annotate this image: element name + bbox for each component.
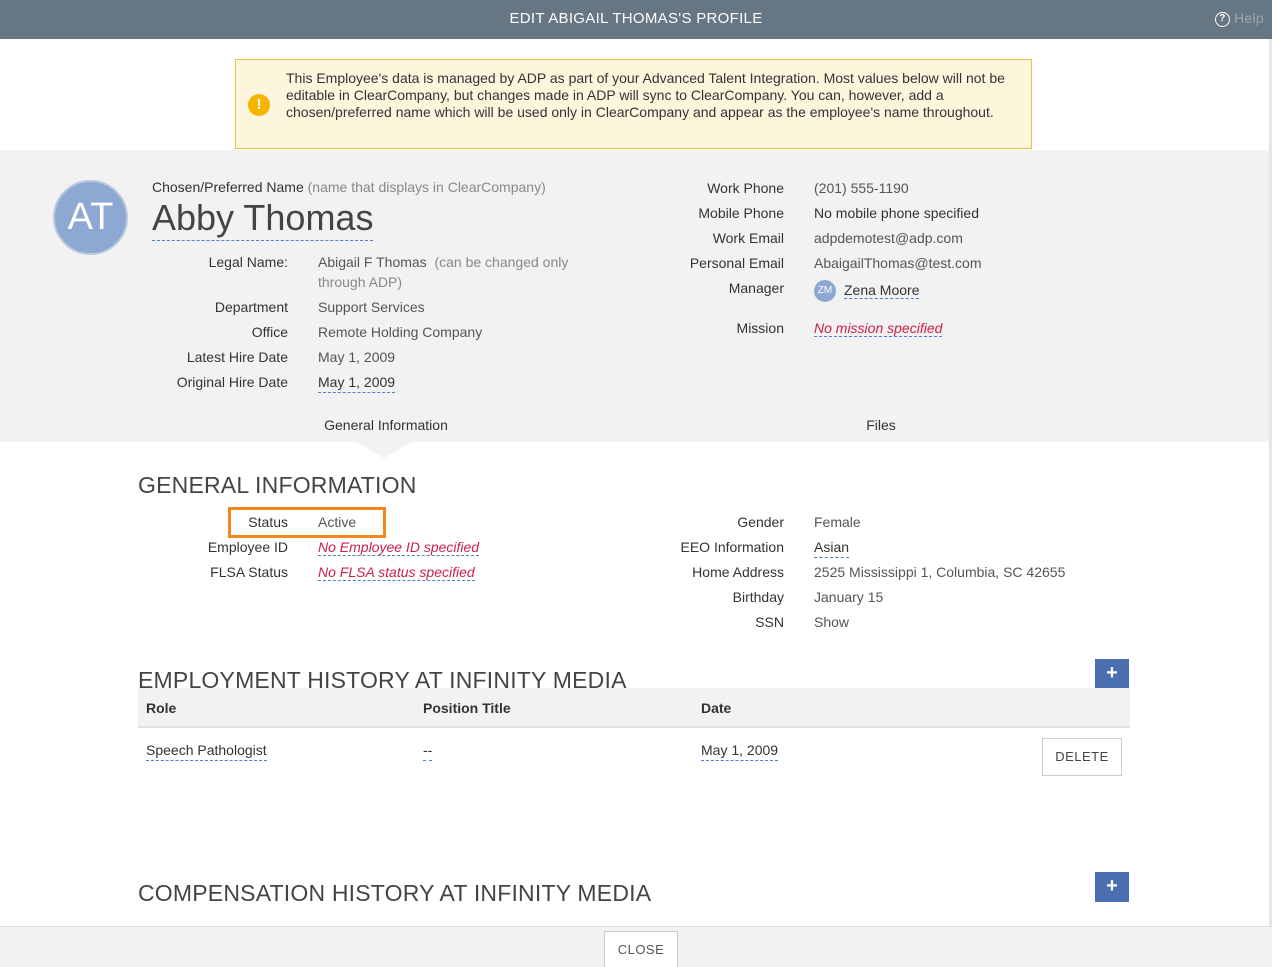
flsa-status-value[interactable]: No FLSA status specified: [318, 562, 475, 582]
question-circle-icon: ?: [1215, 11, 1230, 27]
adp-notice: ! This Employee's data is managed by ADP…: [235, 59, 1032, 149]
home-address-label: Home Address: [692, 564, 784, 580]
mission-label: Mission: [736, 320, 784, 336]
dialog-title: EDIT ABIGAIL THOMAS'S PROFILE: [509, 10, 763, 27]
column-role: Role: [146, 700, 177, 716]
dialog-content[interactable]: ! This Employee's data is managed by ADP…: [0, 39, 1272, 926]
close-button[interactable]: CLOSE: [604, 931, 678, 967]
office-value: Remote Holding Company: [318, 324, 483, 340]
legal-name-value: Abigail F Thomas (can be changed only th…: [318, 254, 569, 290]
help-link[interactable]: ? Help: [1215, 0, 1264, 37]
office-label: Office: [251, 324, 288, 340]
profile-tabs: General Information Files: [0, 408, 1272, 442]
active-tab-indicator: [356, 442, 412, 458]
add-employment-button[interactable]: +: [1095, 659, 1129, 689]
dialog-titlebar: EDIT ABIGAIL THOMAS'S PROFILE ? Help: [0, 0, 1272, 39]
status-value: Active: [318, 514, 357, 530]
mission-value[interactable]: No mission specified: [814, 318, 943, 338]
dialog-footer: CLOSE: [0, 926, 1272, 967]
department-label: Department: [214, 299, 288, 315]
row-date[interactable]: May 1, 2009: [701, 740, 779, 761]
manager-value[interactable]: ZM Zena Moore: [814, 280, 920, 303]
employment-table-header: Role Position Title Date: [138, 688, 1130, 728]
preferred-name-hint: (name that displays in ClearCompany): [307, 179, 546, 195]
ssn-label: SSN: [755, 614, 784, 630]
work-email-label: Work Email: [712, 230, 784, 246]
delete-button[interactable]: DELETE: [1042, 738, 1122, 776]
tab-files[interactable]: Files: [772, 408, 990, 442]
manager-name[interactable]: Zena Moore: [844, 282, 920, 299]
notice-text: This Employee's data is managed by ADP a…: [286, 70, 1005, 120]
home-address-value: 2525 Mississippi 1, Columbia, SC 42655: [814, 564, 1066, 580]
work-phone-label: Work Phone: [707, 180, 784, 196]
help-label: Help: [1234, 10, 1264, 26]
birthday-label: Birthday: [732, 589, 784, 605]
eeo-value[interactable]: Asian: [814, 537, 850, 558]
personal-email-label: Personal Email: [689, 255, 784, 271]
mobile-phone-label: Mobile Phone: [698, 205, 784, 221]
tab-general-information[interactable]: General Information: [0, 408, 772, 442]
latest-hire-label: Latest Hire Date: [186, 349, 288, 365]
flsa-status-label: FLSA Status: [210, 564, 288, 580]
manager-avatar: ZM: [814, 280, 836, 303]
latest-hire-value: May 1, 2009: [318, 349, 396, 365]
general-information-heading: GENERAL INFORMATION: [138, 472, 417, 498]
eeo-label: EEO Information: [680, 539, 785, 555]
table-row: Speech Pathologist -- May 1, 2009 DELETE: [138, 730, 1130, 788]
preferred-name-field[interactable]: Abby Thomas: [152, 196, 374, 241]
row-role[interactable]: Speech Pathologist: [146, 740, 267, 761]
manager-label: Manager: [728, 280, 784, 296]
preferred-name-label: Chosen/Preferred Name (name that display…: [152, 179, 546, 195]
mobile-phone-value: No mobile phone specified: [814, 205, 979, 221]
department-value: Support Services: [318, 299, 425, 315]
legal-name-label: Legal Name:: [208, 254, 288, 270]
original-hire-label: Original Hire Date: [176, 374, 288, 390]
personal-email-value: AbaigailThomas@test.com: [814, 255, 982, 271]
status-label: Status: [248, 514, 288, 530]
avatar: AT: [53, 180, 128, 255]
employee-id-value[interactable]: No Employee ID specified: [318, 537, 480, 557]
ssn-show-link[interactable]: Show: [814, 612, 849, 632]
compensation-history-heading: COMPENSATION HISTORY AT INFINITY MEDIA: [138, 880, 652, 906]
employee-id-label: Employee ID: [207, 539, 288, 555]
warning-icon: !: [248, 94, 270, 116]
column-position-title: Position Title: [423, 700, 511, 716]
column-date: Date: [701, 700, 732, 716]
work-email-value: adpdemotest@adp.com: [814, 230, 963, 246]
gender-label: Gender: [737, 514, 784, 530]
row-position-title[interactable]: --: [423, 740, 433, 761]
profile-header: AT Chosen/Preferred Name (name that disp…: [0, 150, 1272, 408]
gender-value: Female: [814, 514, 861, 530]
add-compensation-button[interactable]: +: [1095, 872, 1129, 902]
birthday-value: January 15: [814, 589, 884, 605]
work-phone-value: (201) 555-1190: [814, 180, 909, 196]
original-hire-value[interactable]: May 1, 2009: [318, 372, 396, 393]
